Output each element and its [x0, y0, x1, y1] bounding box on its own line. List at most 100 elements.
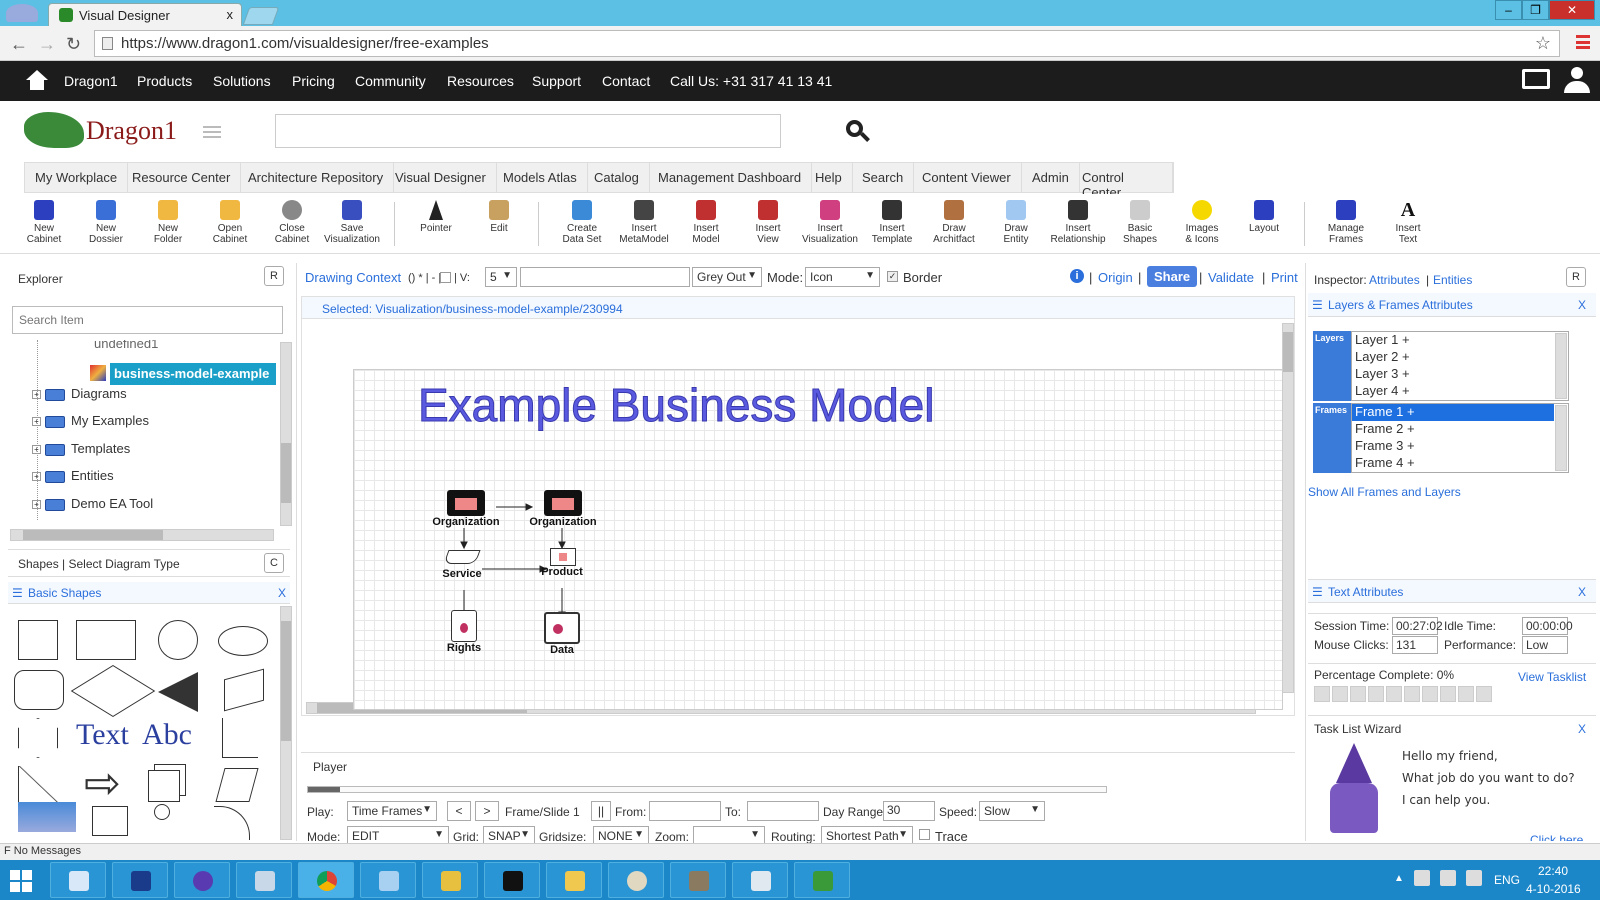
task-manager-icon[interactable]	[236, 862, 292, 898]
print-link[interactable]: Print	[1271, 270, 1298, 285]
menu-search[interactable]: Search	[852, 163, 915, 192]
context-checkbox[interactable]	[440, 272, 451, 283]
new-tab-button[interactable]	[242, 7, 280, 25]
reload-icon[interactable]: ↻	[66, 34, 81, 55]
organization-icon[interactable]	[447, 490, 485, 516]
insert-relationship-button[interactable]: Insert Relationship	[1048, 200, 1108, 245]
text-attributes-close-icon[interactable]: X	[1578, 585, 1586, 599]
nav-pricing[interactable]: Pricing	[292, 73, 335, 89]
triangle-shape[interactable]	[158, 672, 198, 712]
to-input[interactable]	[747, 801, 819, 821]
frames-listbox[interactable]: Frame 1 + Frame 2 + Frame 3 + Frame 4 +	[1351, 403, 1569, 473]
save-visualization-button[interactable]: Save Visualization	[322, 200, 382, 245]
insert-model-button[interactable]: Insert Model	[676, 200, 736, 245]
prev-frame-button[interactable]: <	[447, 801, 471, 821]
command-prompt-icon[interactable]	[484, 862, 540, 898]
rights-icon[interactable]	[451, 610, 477, 642]
explorer-vscrollbar[interactable]	[280, 342, 292, 526]
expand-icon[interactable]: +	[32, 417, 41, 427]
new-folder-button[interactable]: New Folder	[138, 200, 198, 245]
chrome-icon[interactable]	[298, 862, 354, 898]
explorer-search-input[interactable]	[12, 306, 283, 334]
abc-shape[interactable]: Abc	[142, 718, 192, 752]
menu-help[interactable]: Help	[805, 163, 853, 192]
insert-text-button[interactable]: A Insert Text	[1378, 200, 1438, 245]
tree-item-partial[interactable]: undefined1	[94, 340, 158, 351]
mode-select[interactable]: Icon ▼	[805, 267, 880, 287]
drawing-canvas[interactable]: Example Business Model Organization Orga…	[353, 369, 1283, 710]
ellipse-shape[interactable]	[218, 626, 268, 656]
expand-icon[interactable]: +	[32, 500, 41, 510]
square-shape[interactable]	[18, 620, 58, 660]
menu-control-center[interactable]: Control Center	[1072, 163, 1173, 200]
language-indicator[interactable]: ENG	[1494, 873, 1520, 887]
expand-icon[interactable]: +	[32, 390, 41, 400]
address-bar[interactable]: https://www.dragon1.com/visualdesigner/f…	[94, 30, 1560, 57]
draw-entity-button[interactable]: Draw Entity	[986, 200, 1046, 245]
insert-view-button[interactable]: Insert View	[738, 200, 798, 245]
dragon-app-icon[interactable]	[794, 862, 850, 898]
player-progress-bar[interactable]	[307, 786, 1107, 793]
layer-item[interactable]: Layer 2 +	[1352, 349, 1568, 366]
circle-shape[interactable]	[158, 620, 198, 660]
basic-shapes-header[interactable]: ☰ Basic Shapes X	[8, 582, 290, 604]
text-shape[interactable]: Text	[76, 718, 129, 752]
minimize-button[interactable]: –	[1495, 0, 1522, 20]
context-text-input[interactable]	[520, 267, 690, 287]
site-search-input[interactable]	[275, 114, 781, 148]
rectangle-shape[interactable]	[76, 620, 136, 660]
new-dossier-button[interactable]: New Dossier	[76, 200, 136, 245]
tab-close-icon[interactable]: x	[227, 7, 234, 22]
bookmark-star-icon[interactable]: ☆	[1535, 33, 1551, 54]
tree-item-folder[interactable]: + Diagrams	[32, 386, 127, 401]
v-select[interactable]: 5 ▼	[485, 267, 517, 287]
next-frame-button[interactable]: >	[475, 801, 499, 821]
folder-icon[interactable]	[546, 862, 602, 898]
drawing-context-link[interactable]: Drawing Context	[305, 270, 401, 285]
nav-dragon1[interactable]: Dragon1	[64, 73, 118, 89]
dragon-logo-icon[interactable]	[24, 112, 84, 148]
layers-section-header[interactable]: ☰ Layers & Frames Attributes X	[1308, 293, 1596, 317]
inspector-refresh-button[interactable]: R	[1566, 267, 1586, 287]
info-icon[interactable]: i	[1070, 269, 1084, 283]
frame-item[interactable]: Frame 4 +	[1352, 455, 1568, 472]
layers-section-close-icon[interactable]: X	[1578, 298, 1586, 312]
nav-community[interactable]: Community	[355, 73, 426, 89]
tree-item-folder[interactable]: + My Examples	[32, 413, 149, 428]
product-icon[interactable]	[550, 548, 576, 566]
data-icon[interactable]	[544, 612, 580, 644]
expand-icon[interactable]: +	[32, 445, 41, 455]
view-tasklist-link[interactable]: View Tasklist	[1518, 670, 1586, 684]
tray-printer-icon[interactable]	[1414, 870, 1430, 886]
frames-scrollbar[interactable]	[1555, 405, 1567, 471]
site-logo[interactable]: Dragon1	[86, 116, 177, 146]
home-icon[interactable]	[26, 70, 48, 90]
tree-item-folder[interactable]: + Templates	[32, 441, 130, 456]
from-input[interactable]	[649, 801, 721, 821]
sky-image-shape[interactable]	[18, 802, 76, 832]
tray-network-icon[interactable]	[1440, 870, 1456, 886]
frame-item[interactable]: Frame 3 +	[1352, 438, 1568, 455]
visual-studio-icon[interactable]	[174, 862, 230, 898]
arrow-shape[interactable]: ⇨	[84, 762, 121, 806]
menu-models-atlas[interactable]: Models Atlas	[493, 163, 588, 192]
wizard-close-icon[interactable]: X	[1578, 722, 1586, 736]
nav-resources[interactable]: Resources	[447, 73, 514, 89]
hexagon-shape[interactable]	[18, 718, 58, 758]
back-icon[interactable]: ←	[10, 34, 28, 55]
actor-shape[interactable]	[154, 804, 170, 820]
clock-time[interactable]: 22:40	[1538, 864, 1568, 878]
draw-architfact-button[interactable]: Draw Architfact	[924, 200, 984, 245]
layer-item[interactable]: Layer 3 +	[1352, 366, 1568, 383]
hamburger-menu-icon[interactable]	[203, 126, 221, 138]
click-here-link[interactable]: Click here	[1530, 833, 1583, 841]
inspector-entities-link[interactable]: Entities	[1433, 273, 1472, 287]
nav-solutions[interactable]: Solutions	[213, 73, 271, 89]
speed-select[interactable]: Slow ▼	[979, 801, 1045, 821]
rounded-rectangle-shape[interactable]	[14, 670, 64, 710]
cube-shape[interactable]	[148, 770, 180, 802]
play-select[interactable]: Time Frames ▼	[347, 801, 437, 821]
menu-architecture-repository[interactable]: Architecture Repository	[238, 163, 395, 192]
layers-scrollbar[interactable]	[1555, 333, 1567, 399]
share-button[interactable]: Share	[1147, 266, 1198, 287]
